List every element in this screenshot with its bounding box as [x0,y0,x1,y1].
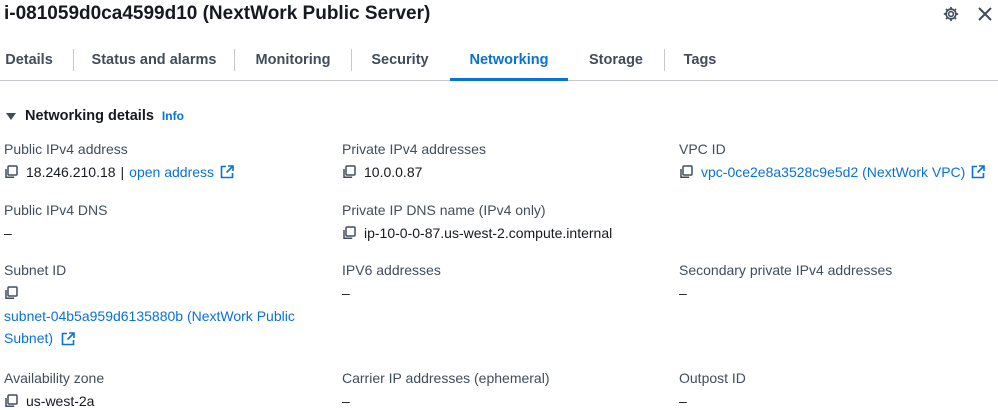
availability-zone-field: Availability zone us-west-2a [4,369,324,410]
field-label: Public IPv4 address [4,141,128,157]
empty-value: – [342,393,350,409]
field-label: Private IP DNS name (IPv4 only) [342,202,546,218]
info-link[interactable]: Info [162,109,184,123]
field-label: IPV6 addresses [342,262,441,278]
tab-tags[interactable]: Tags [682,40,718,80]
subnet-copy-row [4,284,324,302]
empty-value: – [679,285,687,301]
outpost-id-value: – [679,392,998,410]
field-label: Private IPv4 addresses [342,141,486,157]
field-label: Outpost ID [679,370,746,386]
empty-value: – [342,285,350,301]
open-address-link[interactable]: open address [129,163,214,181]
tab-divider [234,49,235,71]
subnet-id-link[interactable]: subnet-04b5a959d6135880b (NextWork Publi… [4,305,324,349]
copy-icon[interactable] [4,165,18,179]
outpost-id-field: Outpost ID – [679,369,998,410]
vpc-id-field: VPC ID vpc-0ce2e8a3528c9e5d2 (NextWork V… [679,140,998,181]
copy-icon[interactable] [4,394,18,408]
tab-divider [351,49,352,71]
tab-security[interactable]: Security [368,40,432,80]
field-label: Carrier IP addresses (ephemeral) [342,370,550,386]
public-ipv4-field: Public IPv4 address 18.246.210.18 | open… [4,140,324,181]
private-ipv4-value: 10.0.0.87 [364,164,423,180]
field-value-row: ip-10-0-0-87.us-west-2.compute.internal [342,224,662,242]
field-label: VPC ID [679,141,726,157]
tab-details[interactable]: Details [4,40,54,80]
separator: | [120,164,125,180]
private-ipv4-field: Private IPv4 addresses 10.0.0.87 [342,140,662,181]
availability-zone-value: us-west-2a [26,393,95,409]
external-link-icon[interactable] [220,165,234,179]
private-dns-value: ip-10-0-0-87.us-west-2.compute.internal [364,225,613,241]
public-ipv4-value: 18.246.210.18 [26,164,116,180]
empty-value: – [4,225,12,241]
carrier-ip-field: Carrier IP addresses (ephemeral) – [342,369,662,410]
subnet-id-field: Subnet ID subnet-04b5a959d6135880b (Next… [4,261,324,349]
networking-details-header: Networking details Info [6,106,184,126]
copy-icon[interactable] [679,165,693,179]
carrier-ip-value: – [342,392,662,410]
page-title: i-081059d0ca4599d10 (NextWork Public Ser… [4,3,431,24]
tab-monitoring[interactable]: Monitoring [252,40,334,80]
ipv6-value: – [342,284,662,302]
subnet-id-line2[interactable]: Subnet) [4,330,53,346]
empty-value: – [679,393,687,409]
field-value-row: us-west-2a [4,392,324,410]
section-title: Networking details [25,108,154,124]
field-value-row: 18.246.210.18 | open address [4,163,324,181]
field-label: Public IPv4 DNS [4,202,108,218]
ipv6-field: IPV6 addresses – [342,261,662,302]
caret-down-icon[interactable] [6,112,16,120]
close-icon[interactable] [975,4,995,24]
tab-storage[interactable]: Storage [586,40,646,80]
tab-divider [73,49,74,71]
gear-icon[interactable] [941,4,961,24]
instance-header: i-081059d0ca4599d10 (NextWork Public Ser… [0,0,998,30]
secondary-private-value: – [679,284,998,302]
tab-bar: Details Status and alarms Monitoring Sec… [0,40,998,81]
subnet-id-line1[interactable]: subnet-04b5a959d6135880b (NextWork Publi… [4,308,295,324]
tab-status-and-alarms[interactable]: Status and alarms [92,40,217,80]
public-dns-field: Public IPv4 DNS – [4,201,324,242]
field-label: Secondary private IPv4 addresses [679,262,893,278]
external-link-icon[interactable] [61,332,75,346]
tab-divider [664,49,665,71]
secondary-private-ipv4-field: Secondary private IPv4 addresses – [679,261,998,302]
copy-icon[interactable] [342,226,356,240]
private-dns-field: Private IP DNS name (IPv4 only) ip-10-0-… [342,201,662,242]
tab-networking[interactable]: Networking [450,40,568,81]
copy-icon[interactable] [4,286,18,300]
field-value-row: 10.0.0.87 [342,163,662,181]
public-dns-value: – [4,224,324,242]
vpc-id-link[interactable]: vpc-0ce2e8a3528c9e5d2 (NextWork VPC) [701,163,965,181]
external-link-icon[interactable] [971,165,986,179]
field-value-row: vpc-0ce2e8a3528c9e5d2 (NextWork VPC) [679,163,998,181]
copy-icon[interactable] [342,165,356,179]
field-label: Availability zone [4,370,105,386]
field-label: Subnet ID [4,262,67,278]
